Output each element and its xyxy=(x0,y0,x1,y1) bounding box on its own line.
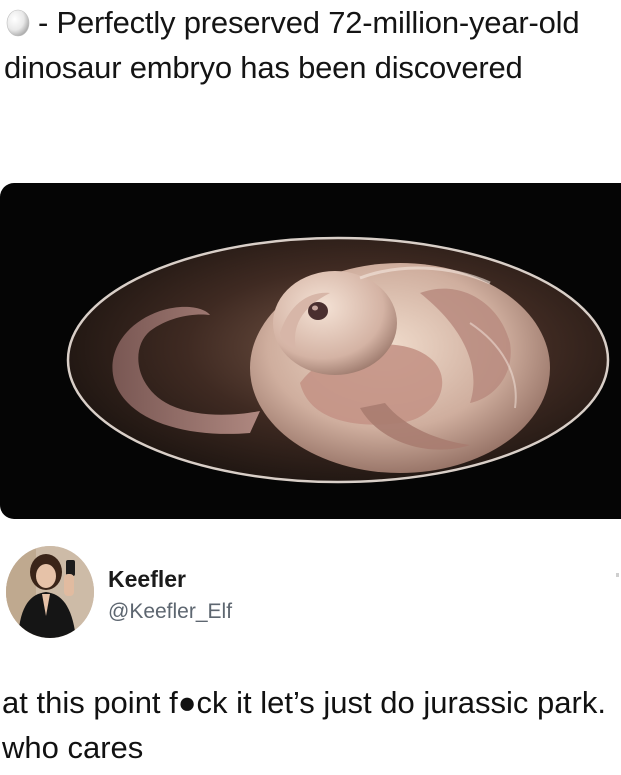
display-name[interactable]: Keefler xyxy=(108,566,186,593)
avatar[interactable] xyxy=(6,546,94,638)
dinosaur-embryo-image xyxy=(0,183,621,519)
divider-mark xyxy=(616,573,619,577)
egg-icon xyxy=(4,4,32,37)
tweet-text: at this point f●ck it let’s just do jura… xyxy=(2,685,606,765)
user-handle[interactable]: @Keefler_Elf xyxy=(108,600,232,624)
post-caption: - Perfectly preserved 72-million-year-ol… xyxy=(4,0,616,90)
caption-text: - Perfectly preserved 72-million-year-ol… xyxy=(4,5,580,85)
